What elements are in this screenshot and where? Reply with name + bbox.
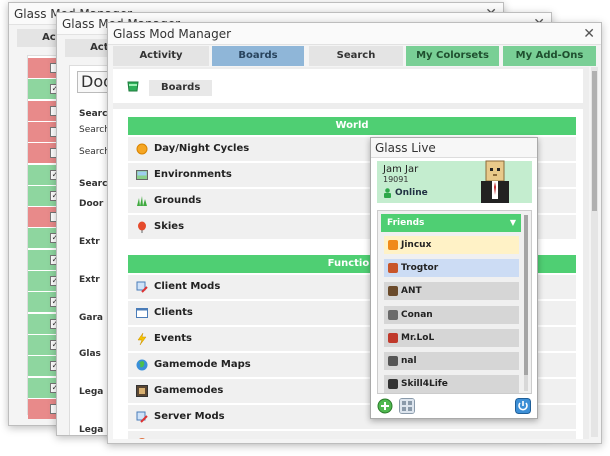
user-name: Jam Jar (383, 164, 419, 175)
board-label: Gamemode Maps (154, 359, 251, 370)
lightning-icon (137, 333, 147, 345)
window-icon (136, 308, 148, 318)
board-label: Day/Night Cycles (154, 143, 250, 154)
board-next-partial[interactable] (128, 431, 576, 439)
user-card: Jam Jar 19091 Online (377, 160, 532, 203)
board-label: Events (154, 333, 192, 344)
grid-icon[interactable] (399, 398, 415, 414)
friends-scrollbar-thumb[interactable] (524, 215, 528, 375)
terminal-icon (388, 379, 398, 390)
friend-name: Trogtor (401, 263, 439, 274)
board-label: Skies (154, 221, 185, 232)
friend-item[interactable]: Mr.LoL (384, 328, 519, 347)
flame-icon (388, 240, 398, 250)
scrollbar-thumb[interactable] (592, 71, 597, 211)
friend-item[interactable]: Skill4Life (384, 375, 519, 393)
glass-live-window: Glass Live Jam Jar 19091 Online Friends … (370, 137, 538, 419)
board-label: Server Mods (154, 411, 225, 422)
friends-header[interactable]: Friends ▼ (381, 214, 521, 232)
section-header-world: World (128, 117, 576, 135)
friend-item[interactable]: Jincux (384, 236, 519, 254)
board-label: Client Mods (154, 281, 221, 292)
board-label: Gamemodes (154, 385, 224, 396)
friends-header-label: Friends (387, 218, 425, 228)
server-mods-icon (136, 411, 148, 423)
grass-icon (137, 196, 147, 206)
balloon-icon (138, 221, 146, 233)
board-label: Grounds (154, 195, 202, 206)
tab-activity[interactable]: Activity (113, 46, 209, 66)
partial-icon (139, 438, 145, 439)
window-title-bar[interactable]: Glass Mod Manager ✕ (108, 23, 601, 45)
window-title: Glass Mod Manager (113, 27, 232, 41)
friend-item[interactable]: Conan (384, 305, 519, 324)
tab-my-colorsets[interactable]: My Colorsets (406, 46, 499, 66)
friend-item[interactable]: Trogtor (384, 259, 519, 278)
avatar (481, 160, 509, 203)
user-id: 19091 (383, 175, 409, 184)
friend-name: Mr.LoL (401, 332, 435, 343)
picture-icon (136, 170, 148, 180)
globe-icon (136, 359, 148, 371)
friend-name: Jincux (401, 240, 432, 250)
friend-item[interactable]: ANT (384, 282, 519, 301)
tab-bar: Activity Boards Search My Colorsets My A… (113, 46, 597, 66)
friends-panel: Friends ▼ Jincux Trogtor ANT Conan Mr.LoL nal… (377, 210, 532, 394)
bucket-icon (127, 81, 139, 92)
shield-icon (388, 263, 398, 274)
client-mods-icon (136, 281, 148, 293)
gamemodes-icon (136, 385, 148, 397)
person-icon (388, 309, 398, 320)
user-status[interactable]: Online (395, 188, 428, 198)
online-person-icon (384, 188, 391, 198)
tab-boards[interactable]: Boards (212, 46, 304, 66)
board-label: Environments (154, 169, 232, 180)
add-friend-icon[interactable] (377, 398, 393, 414)
friend-name: nal (401, 356, 417, 366)
sun-icon (136, 143, 148, 155)
power-icon[interactable] (515, 398, 531, 414)
tab-search[interactable]: Search (309, 46, 403, 66)
friends-scrollbar[interactable] (524, 215, 528, 391)
robot-icon (388, 356, 398, 366)
ant-icon (388, 286, 398, 297)
vertical-scrollbar[interactable] (591, 67, 598, 437)
friend-item[interactable]: nal (384, 352, 519, 370)
board-label: Clients (154, 307, 193, 318)
hourglass-icon (388, 332, 398, 343)
close-icon[interactable]: ✕ (583, 23, 595, 45)
friend-name: ANT (401, 286, 422, 297)
friend-name: Conan (401, 309, 433, 320)
breadcrumb: Boards (113, 69, 583, 103)
breadcrumb-boards[interactable]: Boards (149, 80, 213, 96)
friend-name: Skill4Life (401, 379, 448, 390)
tab-my-add-ons[interactable]: My Add-Ons (503, 46, 596, 66)
chevron-down-icon: ▼ (509, 218, 516, 227)
